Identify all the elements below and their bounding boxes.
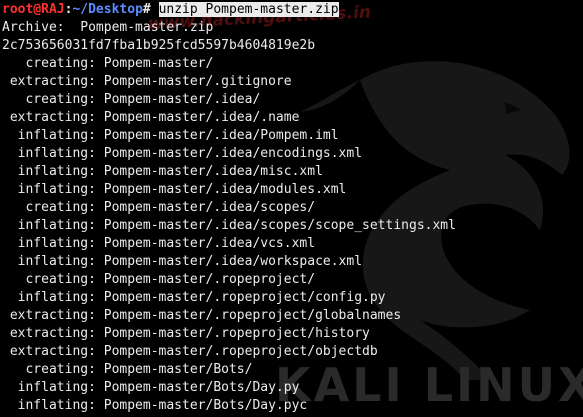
output-line: creating: Pompem-master/Bots/ [2,362,253,377]
output-line: extracting: Pompem-master/.gitignore [2,74,292,89]
output-line: creating: Pompem-master/.ropeproject/ [2,272,316,287]
terminal-window[interactable]: www.hackingarticles.in KALI LINUX root@R… [0,0,583,417]
output-line: extracting: Pompem-master/.ropeproject/o… [2,344,378,359]
output-line: inflating: Pompem-master/Bots/Day.pyc [2,398,308,413]
output-line: inflating: Pompem-master/.idea/scopes/sc… [2,218,456,233]
output-line: creating: Pompem-master/.idea/ [2,92,261,107]
output-line: inflating: Pompem-master/.idea/Pompem.im… [2,128,339,143]
output-line: inflating: Pompem-master/.idea/encodings… [2,146,363,161]
output-line: extracting: Pompem-master/.idea/.name [2,110,300,125]
prompt-line: root@RAJ:~/Desktop# unzip Pompem-master.… [2,1,456,19]
output-line: 2c753656031fd7fba1b925fcd5597b4604819e2b [2,38,316,53]
output-line: Archive: Pompem-master.zip [2,20,214,35]
output-line: creating: Pompem-master/.idea/scopes/ [2,200,316,215]
terminal-output: root@RAJ:~/Desktop# unzip Pompem-master.… [2,1,456,415]
output-line: extracting: Pompem-master/.ropeproject/h… [2,326,370,341]
output-line: inflating: Pompem-master/.idea/workspace… [2,254,363,269]
output-line: inflating: Pompem-master/.idea/vcs.xml [2,236,316,251]
prompt-symbol: # [142,2,151,17]
output-line: inflating: Pompem-master/Bots/Day.py [2,380,300,395]
output-line: extracting: Pompem-master/.ropeproject/g… [2,308,402,323]
output-line: inflating: Pompem-master/.ropeproject/co… [2,290,386,305]
output-line: inflating: Pompem-master/.idea/modules.x… [2,182,347,197]
prompt-user-host: root@RAJ [2,2,65,17]
prompt-path: ~/Desktop [72,2,143,17]
output-line: inflating: Pompem-master/.idea/misc.xml [2,164,323,179]
command-text[interactable]: unzip Pompem-master.zip [158,2,339,17]
output-line: creating: Pompem-master/ [2,56,214,71]
